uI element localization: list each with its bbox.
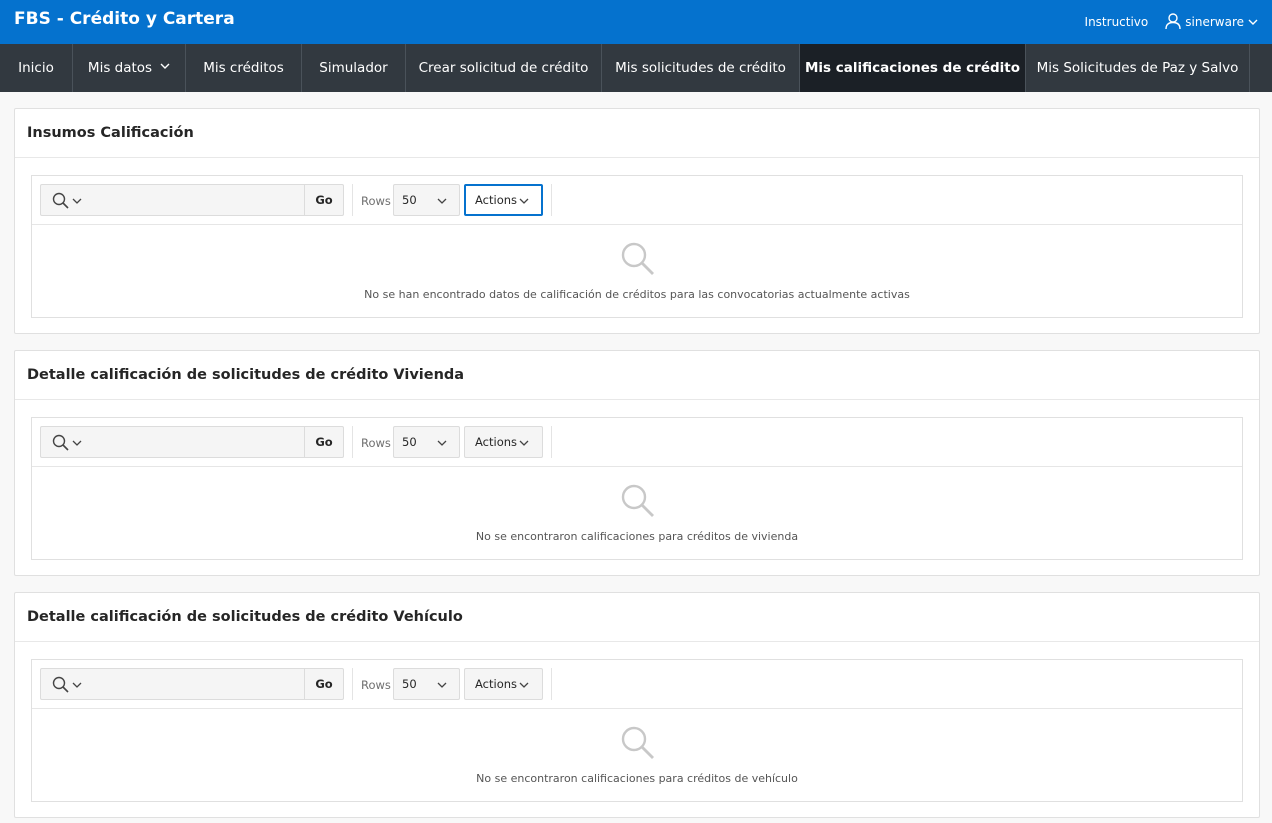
chevron-down-icon [519, 682, 529, 688]
search-icon [52, 676, 69, 693]
chevron-down-icon [72, 440, 82, 446]
go-button[interactable]: Go [304, 668, 344, 700]
no-data-message: No se encontraron calificaciones para cr… [476, 772, 798, 785]
rows-label: Rows [361, 436, 391, 450]
chevron-down-icon [72, 198, 82, 204]
rows-value: 50 [402, 193, 417, 207]
go-button[interactable]: Go [304, 184, 344, 216]
app-header: FBS - Crédito y Cartera Instructivo sine… [0, 0, 1272, 44]
divider [352, 668, 353, 700]
nav-item-mis-creditos[interactable]: Mis créditos [186, 44, 302, 92]
region-insumos-calificacion: Insumos Calificación Go Rows 50 Actions … [14, 108, 1260, 334]
search-icon [621, 242, 654, 275]
actions-button[interactable]: Actions [464, 184, 543, 216]
search-icon [621, 484, 654, 517]
chevron-down-icon [437, 440, 447, 446]
interactive-report: Go Rows 50 Actions No se encontraron cal… [31, 659, 1243, 802]
nav-label: Mis solicitudes de crédito [615, 60, 786, 76]
no-data-panel: No se encontraron calificaciones para cr… [32, 709, 1242, 801]
nav-label: Mis datos [87, 60, 153, 76]
nav-label: Inicio [18, 60, 54, 76]
divider [352, 184, 353, 216]
divider [551, 184, 552, 216]
search-input[interactable] [95, 184, 305, 216]
rows-select[interactable]: 50 [393, 426, 460, 458]
report-toolbar: Go Rows 50 Actions [32, 176, 1242, 225]
nav-label: Simulador [319, 60, 388, 76]
search-column-button[interactable] [40, 426, 96, 458]
actions-button[interactable]: Actions [464, 426, 543, 458]
rows-value: 50 [402, 677, 417, 691]
region-title: Detalle calificación de solicitudes de c… [15, 593, 1259, 642]
rows-label: Rows [361, 678, 391, 692]
report-toolbar: Go Rows 50 Actions [32, 660, 1242, 709]
rows-select[interactable]: 50 [393, 668, 460, 700]
chevron-down-icon [519, 198, 529, 204]
nav-item-paz-y-salvo[interactable]: Mis Solicitudes de Paz y Salvo [1026, 44, 1250, 92]
chevron-down-icon [519, 440, 529, 446]
nav-item-mis-datos[interactable]: Mis datos [73, 44, 186, 92]
actions-button[interactable]: Actions [464, 668, 543, 700]
go-button[interactable]: Go [304, 426, 344, 458]
actions-label: Actions [475, 677, 518, 691]
no-data-message: No se encontraron calificaciones para cr… [475, 530, 799, 543]
search-column-button[interactable] [40, 184, 96, 216]
divider [551, 668, 552, 700]
chevron-down-icon[interactable] [1248, 17, 1258, 27]
rows-label: Rows [361, 194, 391, 208]
nav-item-mis-calificaciones[interactable]: Mis calificaciones de crédito [800, 44, 1026, 92]
instructivo-link[interactable]: Instructivo [1085, 15, 1149, 29]
rows-select[interactable]: 50 [393, 184, 460, 216]
chevron-down-icon [437, 682, 447, 688]
chevron-down-icon [160, 63, 170, 69]
no-data-message: No se han encontrado datos de calificaci… [364, 288, 910, 301]
search-icon [52, 192, 69, 209]
chevron-down-icon [72, 682, 82, 688]
divider [352, 426, 353, 458]
search-icon [621, 726, 654, 759]
nav-label: Mis calificaciones de crédito [804, 60, 1021, 76]
region-title: Detalle calificación de solicitudes de c… [15, 351, 1259, 400]
nav-item-simulador[interactable]: Simulador [302, 44, 406, 92]
interactive-report: Go Rows 50 Actions No se encontraron cal… [31, 417, 1243, 560]
nav-label: Mis Solicitudes de Paz y Salvo [1036, 60, 1239, 76]
nav-label: Mis créditos [203, 60, 284, 76]
region-detalle-vivienda: Detalle calificación de solicitudes de c… [14, 350, 1260, 576]
nav-label: Crear solicitud de crédito [418, 60, 589, 76]
divider [551, 426, 552, 458]
header-actions: Instructivo sinerware [1085, 13, 1258, 31]
main-nav: Inicio Mis datos Mis créditos Simulador … [0, 44, 1272, 92]
region-title: Insumos Calificación [15, 109, 1259, 158]
chevron-down-icon [437, 198, 447, 204]
actions-label: Actions [475, 193, 518, 207]
search-icon [52, 434, 69, 451]
search-input[interactable] [95, 668, 305, 700]
actions-label: Actions [475, 435, 518, 449]
report-toolbar: Go Rows 50 Actions [32, 418, 1242, 467]
user-icon[interactable] [1164, 12, 1182, 30]
no-data-panel: No se han encontrado datos de calificaci… [32, 225, 1242, 317]
interactive-report: Go Rows 50 Actions No se han encontrado … [31, 175, 1243, 318]
nav-item-crear-solicitud[interactable]: Crear solicitud de crédito [406, 44, 602, 92]
rows-value: 50 [402, 435, 417, 449]
search-input[interactable] [95, 426, 305, 458]
user-menu-button[interactable]: sinerware [1185, 15, 1244, 29]
region-detalle-vehiculo: Detalle calificación de solicitudes de c… [14, 592, 1260, 818]
nav-item-mis-solicitudes[interactable]: Mis solicitudes de crédito [602, 44, 800, 92]
nav-item-inicio[interactable]: Inicio [0, 44, 73, 92]
search-column-button[interactable] [40, 668, 96, 700]
no-data-panel: No se encontraron calificaciones para cr… [32, 467, 1242, 559]
app-title[interactable]: FBS - Crédito y Cartera [14, 9, 235, 29]
